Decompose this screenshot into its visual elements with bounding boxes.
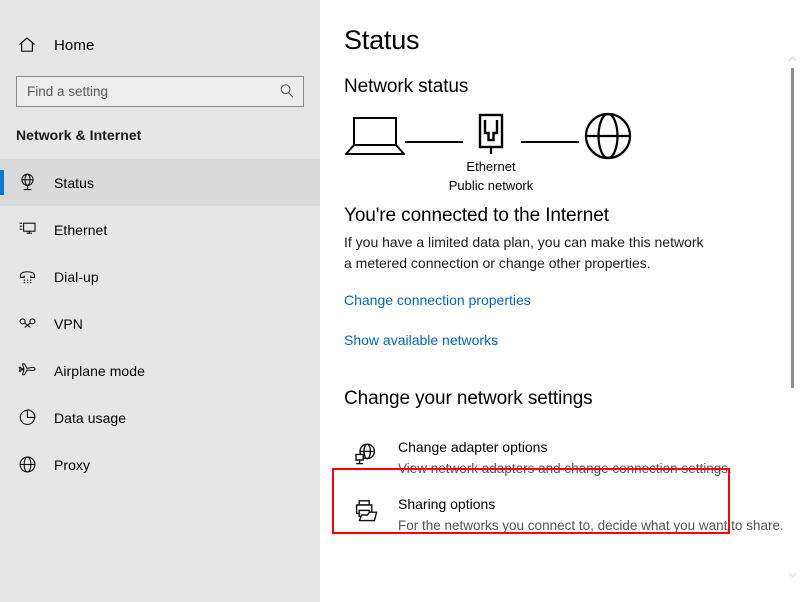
ethernet-caption-line2: Public network: [448, 178, 534, 193]
sidebar-item-vpn-label: VPN: [54, 315, 83, 332]
sharing-options-icon: [352, 498, 380, 526]
sidebar-item-airplane-mode[interactable]: Airplane mode: [0, 347, 320, 394]
sidebar-nav-list: Status Ethernet Dial-up VPN Airplane mod…: [0, 159, 320, 488]
show-available-networks-link[interactable]: Show available networks: [344, 332, 498, 348]
search-input[interactable]: [16, 76, 304, 107]
connection-status-heading: You're connected to the Internet: [344, 205, 609, 226]
sidebar-category-title: Network & Internet: [16, 127, 142, 143]
page-title: Status: [344, 25, 420, 55]
scroll-up-icon[interactable]: [784, 52, 800, 66]
connection-line-left: [405, 141, 463, 143]
network-status-icon: [16, 172, 38, 194]
ethernet-icon: [16, 219, 38, 241]
network-diagram: Ethernet Public network: [344, 111, 664, 197]
sharing-options-text: Sharing options For the networks you con…: [398, 495, 784, 535]
adapter-options-icon: [352, 441, 380, 469]
globe-icon: [582, 111, 636, 168]
ethernet-caption: Ethernet Public network: [449, 157, 534, 195]
data-usage-icon: [16, 407, 38, 429]
ethernet-caption-line1: Ethernet: [466, 159, 516, 174]
laptop-icon: [344, 111, 406, 162]
airplane-icon: [16, 360, 38, 382]
change-connection-properties-link[interactable]: Change connection properties: [344, 292, 531, 308]
sidebar-item-home[interactable]: Home: [0, 28, 320, 62]
sidebar-item-data-usage-label: Data usage: [54, 409, 127, 426]
sidebar-item-ethernet[interactable]: Ethernet: [0, 206, 320, 253]
scroll-down-icon[interactable]: [784, 568, 800, 582]
sidebar-item-vpn[interactable]: VPN: [0, 300, 320, 347]
sidebar-item-proxy[interactable]: Proxy: [0, 441, 320, 488]
network-settings-options: Change adapter options View network adap…: [344, 430, 800, 544]
proxy-icon: [16, 454, 38, 476]
scrollbar-thumb[interactable]: [791, 68, 794, 388]
home-icon: [16, 34, 38, 56]
sidebar-item-data-usage[interactable]: Data usage: [0, 394, 320, 441]
change-network-settings-heading: Change your network settings: [344, 388, 593, 409]
dial-up-icon: [16, 266, 38, 288]
change-adapter-options-row[interactable]: Change adapter options View network adap…: [344, 430, 800, 487]
change-adapter-options-title: Change adapter options: [398, 439, 548, 455]
sidebar-item-dial-up-label: Dial-up: [54, 268, 99, 285]
ethernet-port-icon: Ethernet Public network: [449, 111, 533, 193]
search-box[interactable]: [16, 76, 304, 107]
settings-window: Home Network & Internet: [0, 0, 800, 602]
change-adapter-options-text: Change adapter options View network adap…: [398, 438, 732, 478]
sharing-options-description: For the networks you connect to, decide …: [398, 518, 784, 533]
network-status-heading: Network status: [344, 76, 469, 97]
sidebar-item-ethernet-label: Ethernet: [54, 221, 108, 238]
sidebar-item-home-label: Home: [54, 36, 95, 54]
sharing-options-row[interactable]: Sharing options For the networks you con…: [344, 487, 800, 544]
sidebar-item-dial-up[interactable]: Dial-up: [0, 253, 320, 300]
sidebar-item-status-label: Status: [54, 174, 94, 191]
main-content: Status Network status Ethernet Public ne…: [320, 0, 800, 602]
sidebar: Home Network & Internet: [0, 0, 320, 602]
content-scrollbar[interactable]: [784, 0, 800, 602]
sidebar-item-airplane-mode-label: Airplane mode: [54, 362, 145, 379]
show-available-networks-row: Show available networks: [344, 332, 800, 350]
sharing-options-title: Sharing options: [398, 496, 496, 512]
vpn-icon: [16, 313, 38, 335]
sidebar-item-status[interactable]: Status: [0, 159, 320, 206]
change-adapter-options-description: View network adapters and change connect…: [398, 461, 732, 476]
change-connection-properties-row: Change connection properties: [344, 292, 800, 310]
sidebar-item-proxy-label: Proxy: [54, 456, 91, 473]
connection-status-description: If you have a limited data plan, you can…: [344, 234, 704, 271]
connection-line-right: [521, 141, 579, 143]
